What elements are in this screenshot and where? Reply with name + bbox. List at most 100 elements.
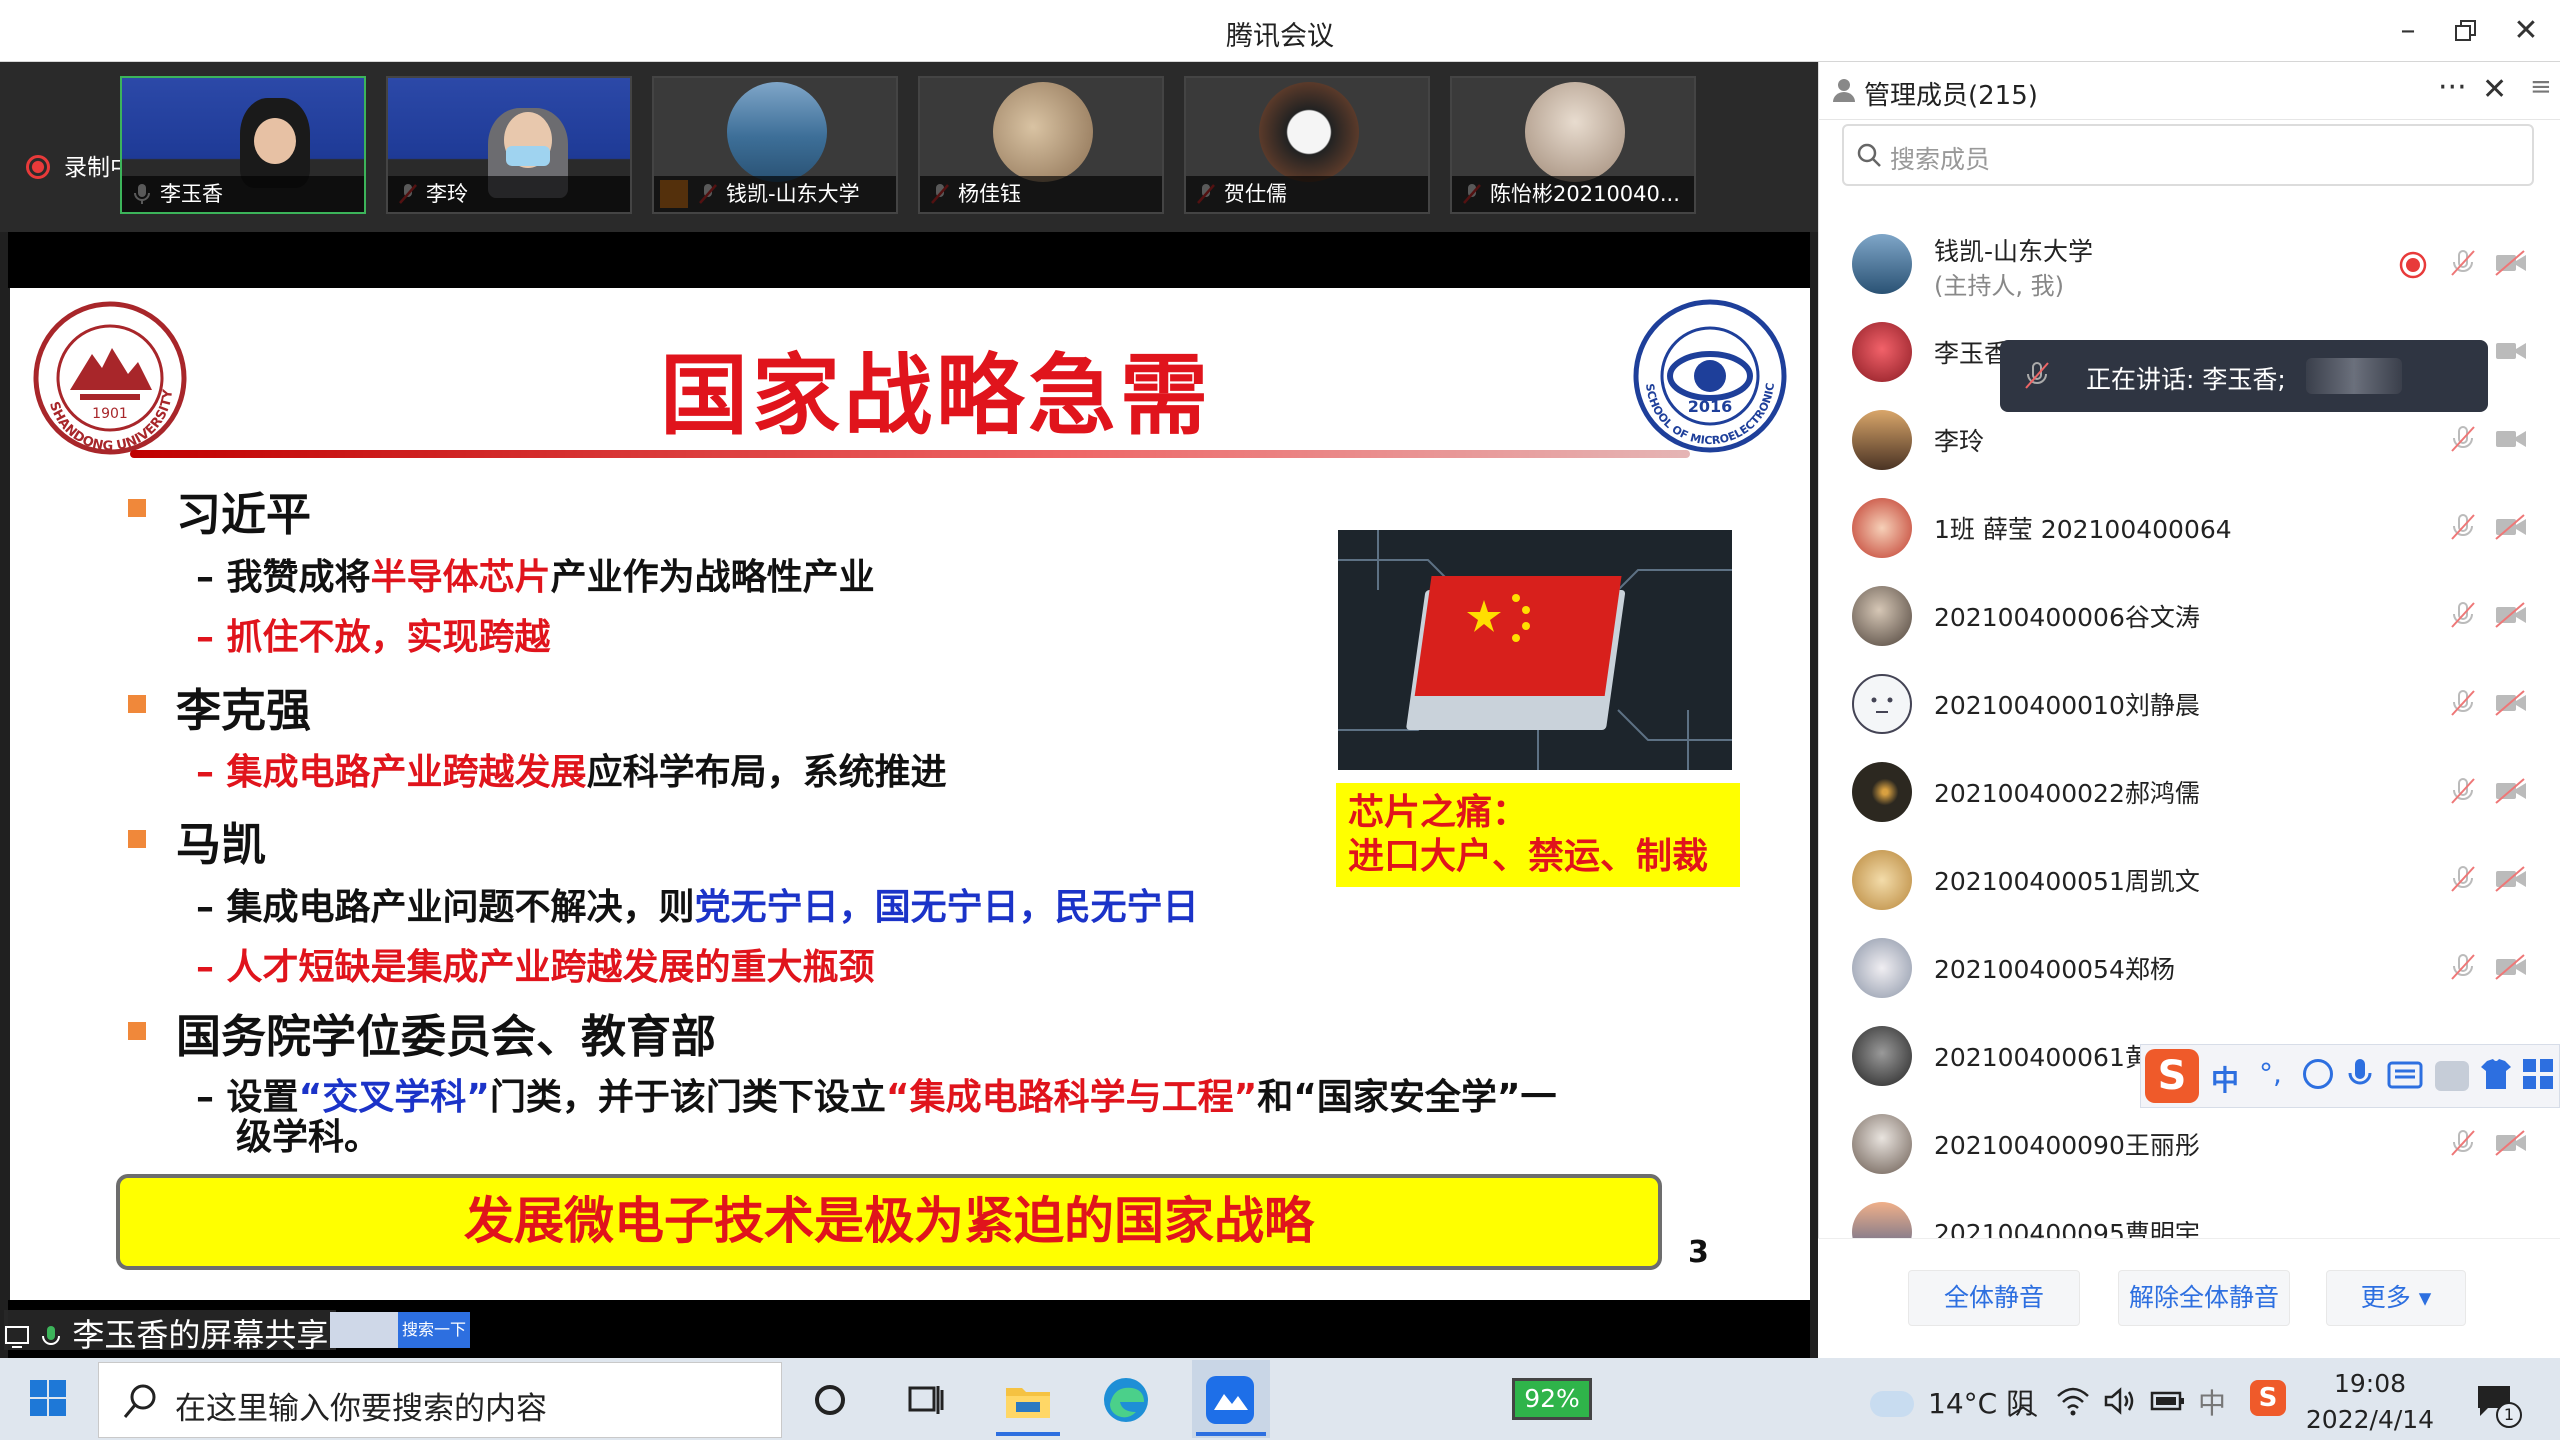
avatar [1852, 850, 1912, 910]
camera-off-icon[interactable] [2494, 690, 2528, 716]
more-button[interactable]: 更多 ▾ [2326, 1270, 2466, 1326]
user-center-icon[interactable] [2435, 1061, 2469, 1091]
camera-off-icon[interactable] [2494, 602, 2528, 628]
video-tile[interactable]: 李玉香 [120, 76, 366, 214]
speaking-tooltip: 正在讲话: 李玉香; [2000, 340, 2488, 412]
screen-icon [5, 1326, 29, 1348]
unmute-all-button[interactable]: 解除全体静音 [2118, 1270, 2290, 1326]
member-row[interactable]: 202100400010刘静晨 [1818, 660, 2538, 748]
sogou-tray-icon[interactable]: S [2250, 1380, 2286, 1416]
video-tile[interactable]: 李玲 [386, 76, 632, 214]
avatar [1852, 322, 1912, 382]
more-options-icon[interactable]: ··· [2438, 70, 2467, 105]
member-row[interactable]: 202100400095曹明宇 [1818, 1188, 2538, 1238]
file-explorer-icon[interactable] [1002, 1374, 1054, 1426]
camera-icon[interactable] [2494, 338, 2528, 364]
video-tile[interactable]: 陈怡彬20210040... [1450, 76, 1696, 214]
minimize-button[interactable]: – [2386, 10, 2430, 52]
floating-search-widget[interactable]: 搜索一下 [330, 1312, 470, 1348]
taskbar-search-input[interactable]: 在这里输入你要搜索的内容 [98, 1362, 782, 1438]
bullet-icon [128, 499, 146, 517]
camera-off-icon[interactable] [2494, 514, 2528, 540]
windows-start-icon[interactable] [28, 1378, 68, 1418]
mic-muted-icon[interactable] [2448, 248, 2478, 278]
member-row[interactable]: 202100400006谷文涛 [1818, 572, 2538, 660]
camera-off-icon[interactable] [2494, 954, 2528, 980]
face-mask [506, 146, 550, 166]
task-view-icon[interactable] [900, 1374, 952, 1426]
ime-punctuation-toggle[interactable]: °, [2259, 1057, 2282, 1090]
mic-muted-icon[interactable] [2448, 512, 2478, 542]
recording-indicator[interactable]: 录制中 [26, 148, 133, 182]
mute-all-button[interactable]: 全体静音 [1908, 1270, 2080, 1326]
search-icon [1857, 143, 1881, 167]
avatar [1852, 1114, 1912, 1174]
chip-flag-illustration [1338, 530, 1732, 770]
mic-muted-icon[interactable] [2448, 776, 2478, 806]
camera-off-icon[interactable] [2494, 866, 2528, 892]
avatar [1852, 586, 1912, 646]
avatar [1852, 410, 1912, 470]
skin-icon[interactable] [2479, 1057, 2513, 1091]
chip-image [1338, 530, 1732, 770]
share-letterbox-top [8, 232, 1810, 288]
close-window-button[interactable]: ✕ [2504, 10, 2548, 52]
face-shape [254, 118, 296, 164]
member-row[interactable]: 202100400090王丽彤 [1818, 1100, 2538, 1188]
restore-button[interactable] [2444, 10, 2488, 52]
bullet-icon [128, 830, 146, 848]
callout-box: 芯片之痛： 进口大户、禁运、制裁 [1336, 783, 1740, 887]
camera-off-icon[interactable] [2494, 1130, 2528, 1156]
video-tile[interactable]: 杨佳钰 [918, 76, 1164, 214]
volume-icon[interactable] [2102, 1386, 2136, 1416]
edge-browser-icon[interactable] [1100, 1374, 1152, 1426]
active-app-indicator [996, 1432, 1060, 1436]
ime-toolbar[interactable]: S 中 °, [2140, 1044, 2560, 1108]
member-row[interactable]: 1班 薛莹 202100400064 [1818, 484, 2538, 572]
mic-muted-icon[interactable] [2448, 600, 2478, 630]
avatar [1852, 1202, 1912, 1238]
avatar [1259, 82, 1359, 182]
avatar [1525, 82, 1625, 182]
emoji-icon[interactable] [2303, 1059, 2333, 1089]
show-hidden-icons-chevron-icon[interactable]: ︿ [2008, 1380, 2038, 1424]
ime-mode-toggle[interactable]: 中 [2211, 1059, 2239, 1099]
system-clock[interactable]: 19:08 2022/4/14 [2300, 1366, 2440, 1438]
close-panel-button[interactable]: ✕ [2482, 72, 2507, 107]
section-heading: 习近平 [176, 488, 312, 541]
tencent-meeting-icon[interactable] [1204, 1374, 1256, 1426]
member-search-input[interactable]: 搜索成员 [1842, 124, 2534, 186]
member-row[interactable]: 202100400022郝鸿儒 [1818, 748, 2538, 836]
wifi-icon[interactable] [2056, 1386, 2090, 1416]
voice-input-icon[interactable] [2347, 1057, 2373, 1093]
shandong-university-logo: 1901 SHANDONG UNIVERSITY [33, 301, 187, 455]
mic-muted-icon[interactable] [2448, 688, 2478, 718]
mic-muted-icon[interactable] [2448, 1128, 2478, 1158]
mic-muted-icon[interactable] [2448, 864, 2478, 894]
video-tile[interactable]: 钱凯-山东大学 [652, 76, 898, 214]
member-row[interactable]: 202100400054郑杨 [1818, 924, 2538, 1012]
panel-menu-icon[interactable]: ≡ [2530, 72, 2552, 102]
school-of-microelectronics-logo: 2016 SCHOOL OF MICROELECTRONICS [1630, 296, 1787, 453]
keyboard-icon[interactable] [2387, 1061, 2423, 1089]
avatar [1852, 498, 1912, 558]
toolbox-icon[interactable] [2521, 1057, 2555, 1091]
search-now-button[interactable]: 搜索一下 [398, 1312, 470, 1348]
bullet-line: – 集成电路产业跨越发展应科学布局，系统推进 [196, 752, 947, 793]
mic-muted-icon[interactable] [2448, 952, 2478, 982]
bullet-line-continuation: 级学科。 [236, 1117, 381, 1158]
cortana-icon[interactable] [804, 1374, 856, 1426]
mic-muted-icon[interactable] [2448, 424, 2478, 454]
member-row[interactable]: 钱凯-山东大学 (主持人, 我) [1818, 220, 2538, 308]
restore-icon [2455, 20, 2476, 41]
battery-widget[interactable]: 92% [1512, 1378, 1592, 1420]
ime-indicator[interactable]: 中 [2198, 1382, 2226, 1422]
camera-icon[interactable] [2494, 426, 2528, 452]
avatar [1852, 762, 1912, 822]
camera-off-icon[interactable] [2494, 778, 2528, 804]
avatar [1852, 1026, 1912, 1086]
video-tile[interactable]: 贺仕儒 [1184, 76, 1430, 214]
battery-icon[interactable] [2150, 1390, 2186, 1412]
member-row[interactable]: 202100400051周凯文 [1818, 836, 2538, 924]
camera-off-icon[interactable] [2494, 250, 2528, 276]
